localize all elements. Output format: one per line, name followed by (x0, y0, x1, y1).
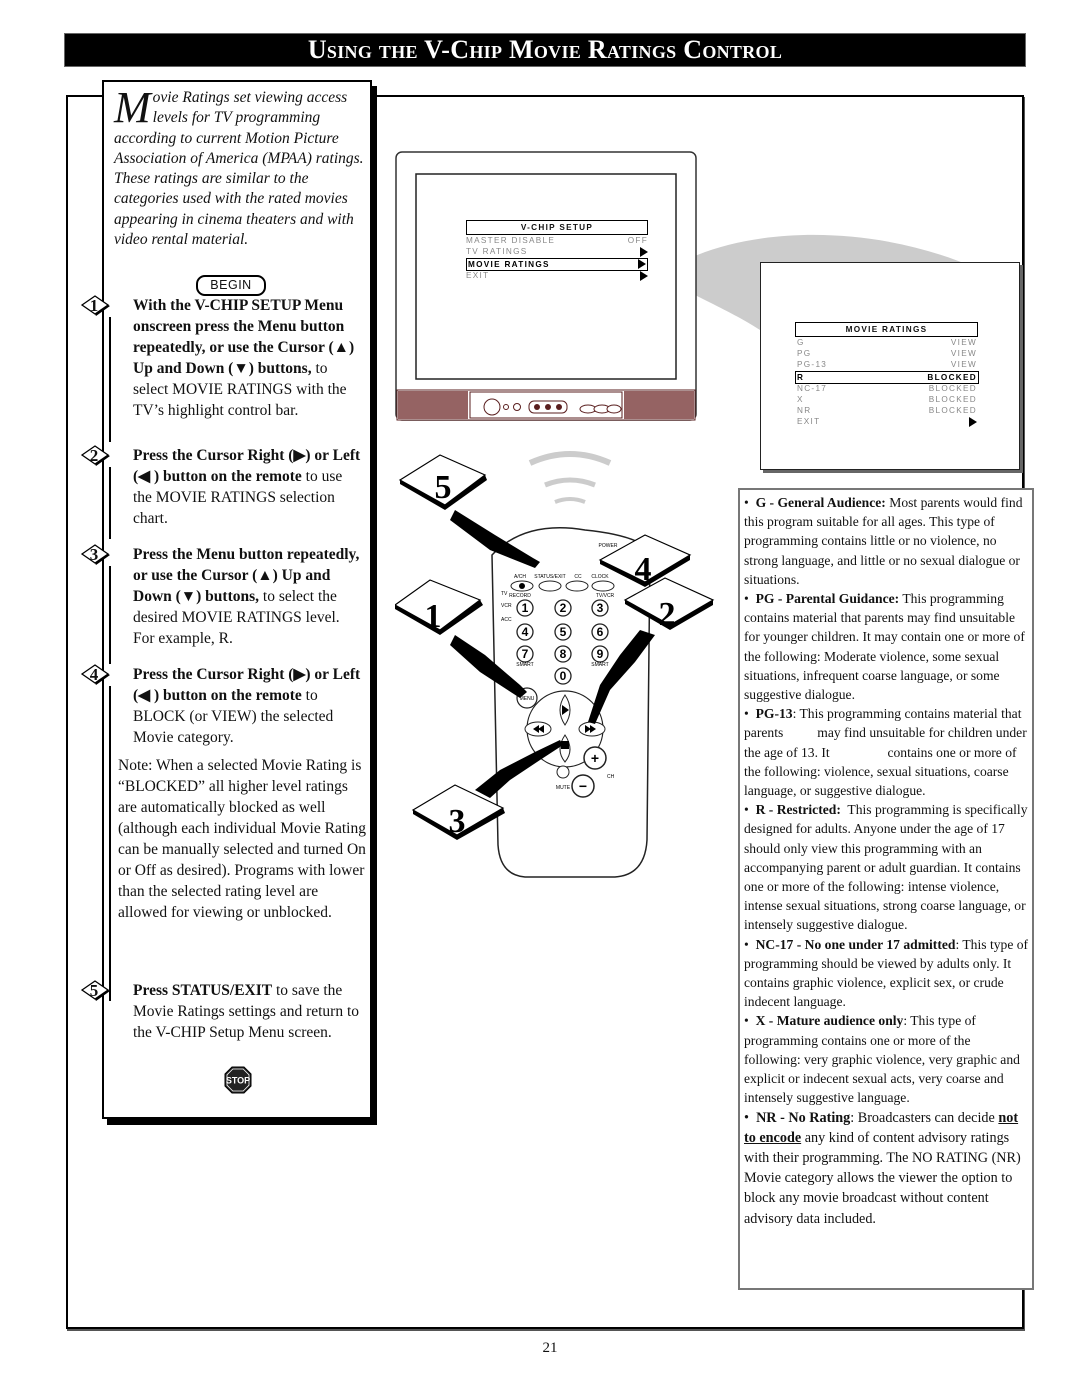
drop-cap: M (114, 83, 151, 132)
page-title-bar: Using the V-Chip Movie Ratings Control (64, 33, 1026, 67)
step-4-bold: Press the Cursor Right (▶) or Left (◀ ) … (133, 666, 361, 704)
digit-label: 5 (560, 625, 567, 639)
instructions-panel: Movie Ratings set viewing access levels … (80, 80, 372, 1119)
desc-g: • G - General Audience: Most parents wou… (744, 495, 1023, 587)
ch-label: CH (607, 774, 615, 780)
cc-label: CC (574, 574, 582, 580)
svg-text:5: 5 (435, 469, 452, 506)
stop-label: STOP (226, 1076, 250, 1086)
digit-label: 2 (560, 601, 567, 615)
step-5: 5 Press STATUS/EXIT to save the Movie Ra… (80, 980, 364, 1043)
svg-text:3: 3 (449, 803, 466, 840)
desc-r: • R - Restricted: This programming is sp… (744, 802, 1031, 933)
step-number-diamond: 1 (80, 293, 120, 317)
rating-row-exit[interactable]: EXIT (797, 417, 977, 427)
digit-label: 7 (522, 647, 529, 661)
arrow-right-icon (969, 417, 977, 427)
record-label: RECORD (509, 593, 531, 599)
arrow-right-icon (640, 271, 648, 281)
svg-text:4: 4 (635, 551, 652, 588)
arrow-right-icon (640, 247, 648, 257)
step-1: 1 With the V-CHIP SETUP Menu onscreen pr… (80, 293, 364, 442)
mute-label: MUTE (556, 785, 571, 791)
step-4: 4 Press the Cursor Right (▶) or Left (◀ … (80, 662, 364, 1001)
digit-label: 1 (522, 601, 529, 615)
intro-text: ovie Ratings set viewing access levels f… (114, 89, 364, 249)
rating-row-nc17[interactable]: NC-17 BLOCKED (797, 384, 977, 393)
rating-row-nr[interactable]: NR BLOCKED (797, 406, 977, 415)
desc-pg: • PG - Parental Guidance: This programmi… (744, 591, 1025, 703)
vchip-menu-item-tv-ratings[interactable]: TV RATINGS (466, 247, 648, 257)
digit-label: 9 (597, 647, 604, 661)
intro-paragraph: Movie Ratings set viewing access levels … (114, 83, 364, 250)
svg-text:−: − (579, 778, 587, 794)
step-number-diamond: 5 (80, 978, 120, 1002)
svg-text:SMART: SMART (516, 662, 533, 668)
movie-ratings-menu-title: MOVIE RATINGS (795, 322, 978, 337)
arrow-right-icon (638, 259, 646, 269)
page-title: Using the V-Chip Movie Ratings Control (307, 35, 783, 64)
tv-vcr-label: TV/VCR (596, 593, 615, 599)
step-number-diamond: 2 (80, 443, 120, 467)
desc-x: • X - Mature audience only: This type of… (744, 1013, 1020, 1106)
vchip-menu-item-movie-ratings[interactable]: MOVIE RATINGS (466, 258, 648, 271)
vchip-menu-title: V-CHIP SETUP (466, 220, 648, 235)
rating-row-pg13[interactable]: PG-13 VIEW (797, 360, 977, 369)
remote-illustration: POWER A/CH STATUS/EXIT CC CLOCK RECORD T… (393, 440, 725, 940)
rating-row-r[interactable]: R BLOCKED (795, 371, 979, 384)
digit-label: 6 (597, 625, 604, 639)
movie-ratings-screen: MOVIE RATINGS G VIEW PG VIEW PG-13 VIEW R BL… (760, 262, 1020, 470)
tv-illustration: V-CHIP SETUP MASTER DISABLE OFF TV RATING… (394, 150, 724, 425)
svg-text:2: 2 (659, 596, 676, 633)
callout-5: 5 (398, 454, 540, 568)
clock-label: CLOCK (591, 574, 609, 580)
menu-button-label: MENU (520, 696, 535, 702)
rating-row-x[interactable]: X BLOCKED (797, 395, 977, 404)
rating-row-g[interactable]: G VIEW (797, 338, 977, 347)
digit-label: 4 (522, 625, 529, 639)
rating-row-pg[interactable]: PG VIEW (797, 349, 977, 358)
ratings-descriptions: • G - General Audience: Most parents wou… (738, 488, 1034, 1290)
desc-nc17: • NC-17 - No one under 17 admitted: This… (744, 936, 1029, 1010)
step-5-bold: Press STATUS/EXIT (133, 982, 273, 999)
svg-text:SMART: SMART (591, 662, 608, 668)
stop-sign-icon: STOP (224, 1066, 252, 1094)
svg-text:1: 1 (425, 598, 442, 635)
step-number-diamond: 3 (80, 542, 120, 566)
desc-pg13: • PG-13: This programming contains mater… (744, 706, 1027, 799)
step-number-diamond: 4 (80, 662, 120, 686)
desc-nr: • NR - No Rating: Broadcasters can decid… (744, 1109, 1021, 1227)
step-3: 3 Press the Menu button repeatedly, or u… (80, 542, 364, 664)
vchip-menu-item-exit[interactable]: EXIT (466, 271, 648, 281)
status-exit-label: STATUS/EXIT (534, 574, 565, 580)
svg-text:+: + (591, 750, 599, 766)
begin-badge: BEGIN (196, 275, 266, 296)
power-label: POWER (599, 543, 618, 549)
vchip-menu-item-master-disable[interactable]: MASTER DISABLE OFF (466, 236, 648, 245)
ach-label: A/CH (514, 574, 526, 580)
svg-text:TV: TV (501, 591, 508, 597)
note-text: Note: When a selected Movie Rating is “B… (118, 757, 366, 921)
svg-text:VCR: VCR (501, 603, 512, 609)
page-number: 21 (542, 1340, 558, 1356)
digit-label: 8 (560, 647, 567, 661)
digit-label: 3 (597, 601, 604, 615)
digit-label: 0 (560, 669, 567, 683)
svg-text:ACC: ACC (501, 617, 512, 623)
step-2: 2 Press the Cursor Right (▶) or Left (◀ … (80, 443, 364, 539)
